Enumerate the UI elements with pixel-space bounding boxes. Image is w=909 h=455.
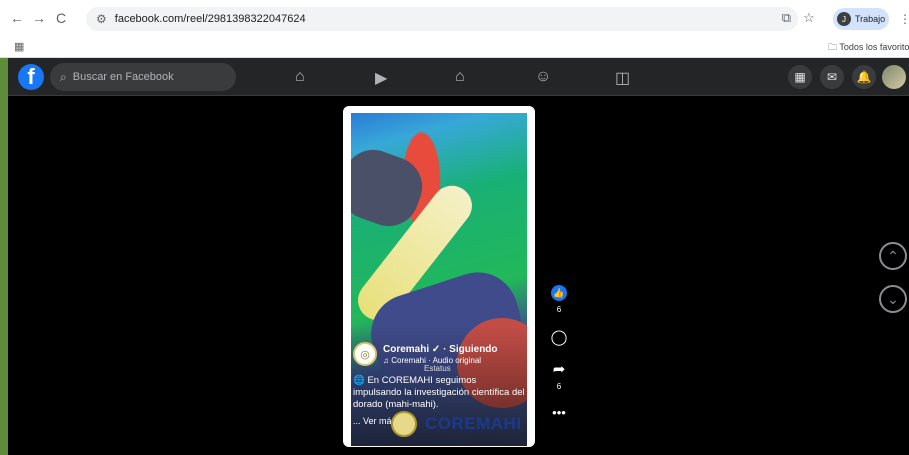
see-more-link[interactable]: ... Ver más [353, 416, 396, 426]
cast-icon[interactable]: ⧉ [782, 10, 791, 26]
comment-icon[interactable]: ◯ [546, 328, 572, 346]
video-overlay-text: Estatus [424, 364, 451, 373]
search-icon: ⌕ [60, 69, 67, 84]
account-avatar[interactable] [882, 65, 906, 89]
profile-avatar: J [837, 12, 851, 26]
share-count: 6 [556, 382, 562, 391]
forward-button[interactable]: → [28, 10, 50, 26]
previous-reel-chevron-up-icon[interactable]: ⌃ [879, 242, 907, 270]
like-icon[interactable]: 👍 [551, 285, 567, 301]
watermark-brand: COREMAHI [425, 414, 522, 433]
facebook-logo-icon[interactable]: f [18, 64, 44, 90]
site-settings-icon[interactable]: ⚙ [96, 12, 107, 26]
folder-icon: 🗀 [828, 42, 840, 52]
video-icon[interactable]: ▶ [375, 68, 387, 88]
facebook-header: f ⌕ ⌂ ▶ ⌂ ☺ ◫ ▦ ✉ 🔔 [8, 58, 909, 96]
reel-caption: 🌐 En COREMAHI seguimos impulsando la inv… [353, 375, 527, 411]
browser-menu-icon[interactable]: ⋮ [899, 12, 909, 26]
bookmark-star-icon[interactable]: ☆ [803, 10, 815, 26]
following-label[interactable]: · Siguiendo [443, 344, 497, 355]
profile-chip[interactable]: J Trabajo [833, 8, 889, 30]
author-name[interactable]: Coremahi [383, 344, 429, 355]
reload-button[interactable]: C [50, 10, 72, 26]
home-icon[interactable]: ⌂ [295, 68, 305, 86]
gaming-icon[interactable]: ◫ [615, 68, 630, 88]
coremahi-seal-icon [391, 411, 417, 437]
share-icon[interactable]: ➦ [546, 360, 572, 378]
reel-author-info: ◎ Coremahi ✓ · Siguiendo ♫ Coremahi · Au… [353, 342, 527, 366]
facebook-search[interactable]: ⌕ [50, 63, 236, 91]
back-button[interactable]: ← [6, 10, 28, 26]
more-options-icon[interactable]: ••• [546, 405, 572, 420]
globe-icon: 🌐 [353, 375, 368, 386]
url-text: facebook.com/reel/2981398322047624 [114, 13, 306, 25]
like-count: 6 [556, 305, 562, 314]
address-bar[interactable]: ⚙ facebook.com/reel/2981398322047624 [86, 7, 798, 31]
search-input[interactable] [72, 71, 213, 83]
author-avatar[interactable]: ◎ [353, 342, 377, 366]
watermark: COREMAHI [391, 411, 522, 437]
all-bookmarks-label: Todos los favoritos [839, 42, 909, 52]
groups-icon[interactable]: ☺ [535, 68, 551, 86]
reel-actions: 👍 6 ◯ ➦ 6 ••• [546, 285, 572, 420]
window-edge [0, 58, 8, 455]
notifications-icon[interactable]: 🔔 [852, 65, 876, 89]
apps-grid-icon[interactable]: ▦ [14, 40, 24, 53]
caption-text: En COREMAHI seguimos impulsando la inves… [353, 375, 525, 410]
next-reel-chevron-down-icon[interactable]: ⌄ [879, 285, 907, 313]
verified-icon: ✓ [431, 343, 441, 355]
profile-label: Trabajo [855, 14, 886, 24]
all-bookmarks-folder[interactable]: 🗀 Todos los favoritos [828, 40, 909, 56]
bookmarks-bar: ▦ 🗀 Todos los favoritos [0, 36, 909, 58]
marketplace-icon[interactable]: ⌂ [455, 68, 465, 86]
menu-grid-icon[interactable]: ▦ [788, 65, 812, 89]
messenger-icon[interactable]: ✉ [820, 65, 844, 89]
